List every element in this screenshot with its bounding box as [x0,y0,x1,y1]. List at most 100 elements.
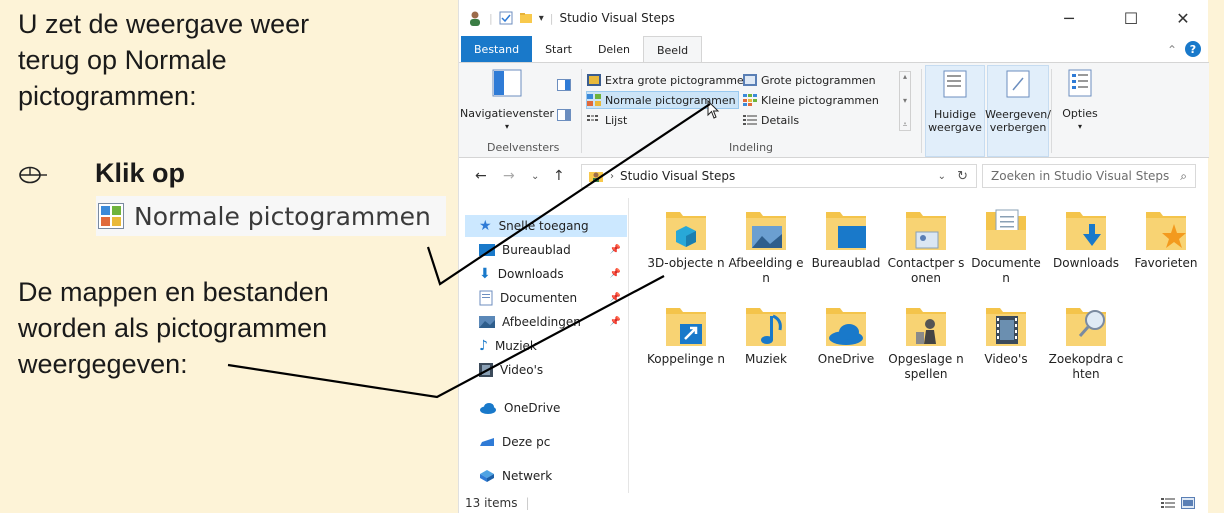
minimize-button[interactable]: ─ [1046,0,1092,36]
up-arrow-icon[interactable]: ↑ [553,168,565,184]
folder-item-3d-objects[interactable]: 3D-objecte n [646,206,726,271]
download-icon: ⬇ [479,266,491,282]
nav-item-label: Deze pc [502,435,551,449]
folder-item-favorites[interactable]: Favorieten [1126,206,1206,271]
properties-icon[interactable] [499,11,513,25]
user-icon[interactable] [467,10,483,26]
layout-small-icons[interactable]: Kleine pictogrammen [743,91,879,109]
pin-icon[interactable]: 📌 [610,245,621,255]
folder-item-desktop[interactable]: Bureaublad [806,206,886,271]
current-view-icon [943,70,967,98]
nav-item-quick-access[interactable]: ★ Snelle toegang [465,215,627,237]
close-button[interactable]: ✕ [1160,0,1206,36]
pin-icon[interactable]: 📌 [610,317,621,327]
window-title: Studio Visual Steps [559,11,675,25]
ribbon-separator [581,69,582,153]
help-icon[interactable]: ? [1185,41,1201,57]
address-dropdown-icon[interactable]: ⌄ [938,171,946,182]
pin-icon[interactable]: 📌 [610,269,621,279]
item-count: 13 items [465,496,518,510]
layout-item-label: Extra grote pictogrammen [605,73,751,87]
show-hide-button[interactable]: Weergeven/ verbergen [985,65,1051,157]
nav-item-videos[interactable]: Video's [479,359,627,381]
folder-item-documents[interactable]: Documente n [966,206,1046,286]
folder-item-pictures[interactable]: Afbeelding en [726,206,806,286]
folder-item-onedrive[interactable]: OneDrive [806,302,886,367]
pictures-folder-icon [746,212,786,250]
gallery-more-icon[interactable]: ⩡ [903,120,908,130]
details-pane-icon[interactable] [557,109,571,121]
nav-item-pictures[interactable]: Afbeeldingen 📌 [479,311,627,333]
folder-item-downloads[interactable]: Downloads [1046,206,1126,271]
recent-locations-icon[interactable]: ⌄ [531,171,539,182]
options-icon [1068,69,1092,97]
folder-item-links[interactable]: Koppelinge n [646,302,726,367]
file-name: Koppelinge n [647,352,725,366]
tab-bestand[interactable]: Bestand [461,36,533,62]
collapse-ribbon-icon[interactable]: ⌃ [1167,43,1177,57]
nav-item-network[interactable]: Netwerk [479,465,627,487]
details-icon [743,115,757,125]
file-name: Afbeelding en [728,256,804,285]
folder-item-searches[interactable]: Zoekopdra chten [1046,302,1126,382]
svg-text:?: ? [1190,43,1196,56]
options-button[interactable]: Opties ▾ [1055,69,1105,133]
new-folder-icon[interactable] [519,11,533,25]
show-hide-icon [1006,70,1030,98]
instruction-line-4: De mappen en bestanden [18,277,329,307]
navigation-pane-button[interactable]: Navigatievenster ▾ [460,69,554,133]
layout-gallery-scroller[interactable]: ▴ ▾ ⩡ [899,71,911,131]
maximize-button[interactable]: ☐ [1108,0,1154,36]
tab-start[interactable]: Start [532,36,585,62]
folder-item-saved-games[interactable]: Opgeslage n spellen [886,302,966,382]
search-input[interactable]: Zoeken in Studio Visual Steps ⌕ [982,164,1196,188]
layout-details[interactable]: Details [743,111,799,129]
nav-item-music[interactable]: ♪ Muziek [479,335,627,357]
gallery-down-icon[interactable]: ▾ [903,96,907,105]
layout-extra-large-icons[interactable]: Extra grote pictogrammen [587,71,751,89]
nav-item-onedrive[interactable]: OneDrive [479,397,627,419]
folder-item-contacts[interactable]: Contactper sonen [886,206,966,286]
current-view-label-1: Huidige [933,108,977,121]
tab-delen[interactable]: Delen [585,36,643,62]
normal-icons-button-sample: Normale pictogrammen [96,196,446,236]
back-arrow-icon[interactable]: ← [475,168,487,184]
nav-item-label: Afbeeldingen [502,315,581,329]
current-view-button[interactable]: Huidige weergave [925,65,985,157]
button-sample-label: Normale pictogrammen [134,201,431,231]
instruction-line-2: terug op Normale [18,45,227,75]
search-icon[interactable]: ⌕ [1180,169,1187,184]
nav-item-downloads[interactable]: ⬇ Downloads 📌 [479,263,627,285]
folder-item-videos[interactable]: Video's [966,302,1046,367]
large-icons-view-icon[interactable] [1181,497,1195,509]
preview-pane-icon[interactable] [557,79,571,91]
address-bar[interactable]: › Studio Visual Steps ⌄ ↻ [581,164,977,188]
refresh-icon[interactable]: ↻ [957,169,968,184]
onedrive-folder-icon [826,308,866,346]
ribbon-separator [921,69,922,153]
folder-item-music[interactable]: Muziek [726,302,806,367]
nav-item-label: Downloads [497,267,564,281]
instruction-panel: U zet de weergave weer terug op Normale … [0,0,458,513]
instruction-line-3: pictogrammen: [18,81,197,111]
quick-access-dropdown-icon[interactable]: ▾ [539,13,544,24]
forward-arrow-icon[interactable]: → [503,168,515,184]
show-hide-label-1: Weergeven/ [985,108,1051,121]
nav-item-this-pc[interactable]: Deze pc [479,431,627,453]
gallery-up-icon[interactable]: ▴ [903,72,907,81]
breadcrumb-path[interactable]: Studio Visual Steps [620,169,735,183]
layout-list[interactable]: Lijst [587,111,627,129]
videos-folder-icon [986,308,1026,346]
explorer-window: | ▾ | Studio Visual Steps ─ ☐ ✕ Bestand … [458,0,1209,513]
tab-beeld[interactable]: Beeld [642,36,703,63]
navigation-pane: ★ Snelle toegang Bureaublad 📌 ⬇ Download… [459,198,629,493]
pin-icon[interactable]: 📌 [610,293,621,303]
list-icon [587,115,598,121]
nav-item-desktop[interactable]: Bureaublad 📌 [479,239,627,261]
nav-item-documents[interactable]: Documenten 📌 [479,287,627,309]
current-view-label-2: weergave [928,121,982,134]
details-view-icon[interactable] [1161,497,1175,509]
layout-large-icons[interactable]: Grote pictogrammen [743,71,876,89]
panes-group-label: Deelvensters [487,141,560,154]
nav-item-label: Snelle toegang [498,219,589,233]
